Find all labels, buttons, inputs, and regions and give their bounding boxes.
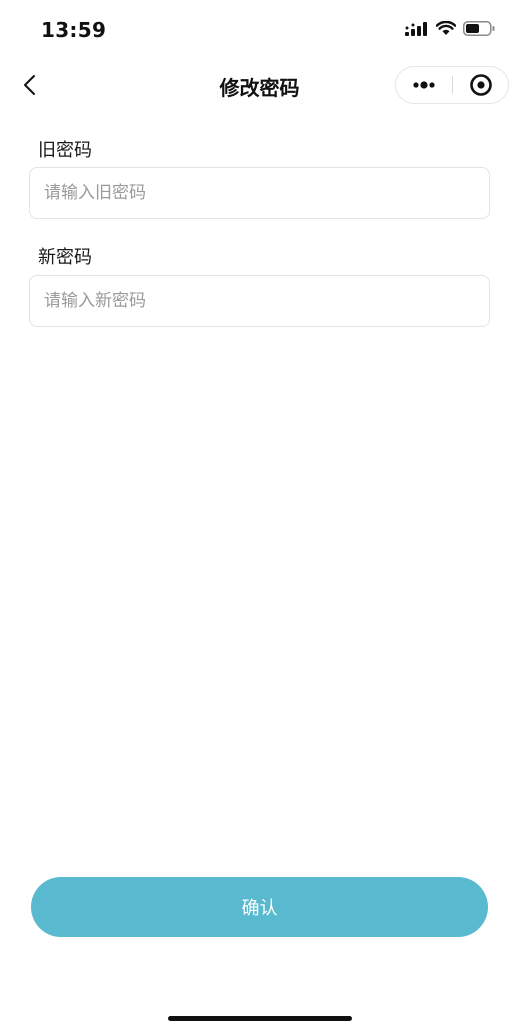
home-indicator	[168, 1016, 352, 1021]
target-circle-icon	[470, 74, 492, 96]
battery-icon	[463, 21, 495, 36]
status-bar: 13:59	[0, 0, 519, 56]
close-button[interactable]	[453, 67, 509, 103]
new-password-input[interactable]	[29, 275, 490, 327]
new-password-label: 新密码	[38, 247, 92, 268]
signal-icon	[405, 21, 427, 36]
wifi-icon	[436, 21, 456, 35]
status-icons	[405, 21, 495, 36]
mini-program-capsule	[395, 66, 509, 104]
old-password-label: 旧密码	[38, 140, 92, 161]
more-button[interactable]	[396, 67, 452, 103]
old-password-input[interactable]	[29, 167, 490, 219]
confirm-button[interactable]: 确认	[31, 877, 488, 937]
nav-bar: 修改密码	[0, 60, 519, 110]
more-dots-icon	[413, 81, 435, 89]
status-time: 13:59	[41, 18, 107, 42]
